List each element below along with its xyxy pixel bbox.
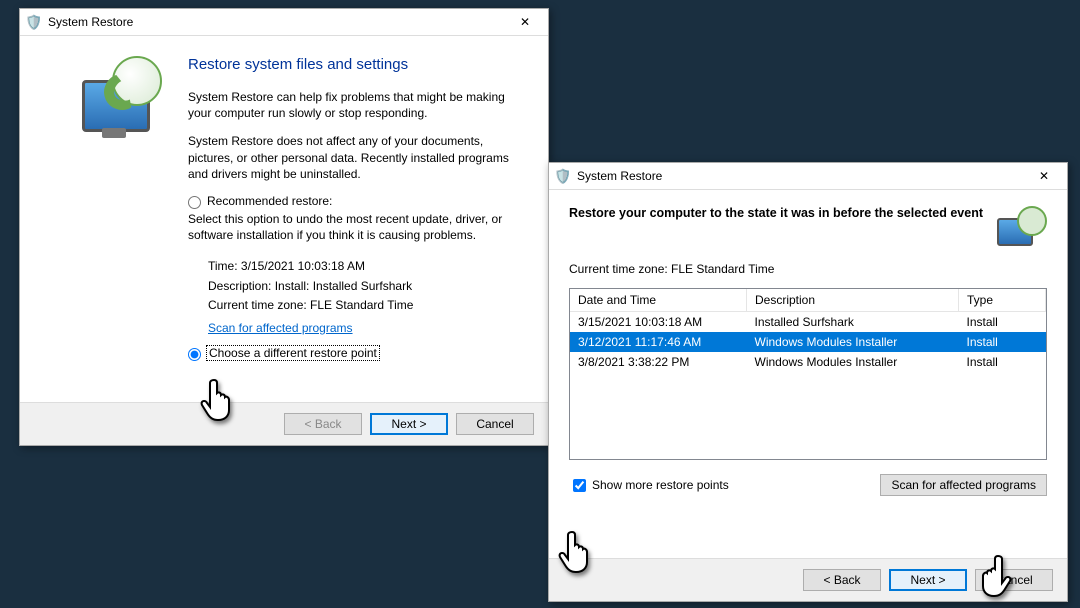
recommended-restore-label: Recommended restore: (207, 194, 332, 208)
cell-desc: Windows Modules Installer (747, 332, 959, 352)
system-restore-dialog-1: 🛡️ System Restore ✕ Restore system files… (19, 8, 549, 446)
button-row: < Back Next > Cancel (20, 402, 548, 445)
next-button[interactable]: Next > (889, 569, 967, 591)
table-row[interactable]: 3/8/2021 3:38:22 PMWindows Modules Insta… (570, 352, 1046, 372)
show-more-restore-points-checkbox[interactable] (573, 479, 586, 492)
col-description[interactable]: Description (747, 289, 959, 312)
system-restore-icon: 🛡️ (555, 168, 571, 184)
cell-date: 3/15/2021 10:03:18 AM (570, 312, 747, 333)
cell-date: 3/8/2021 3:38:22 PM (570, 352, 747, 372)
restore-graphic (48, 56, 188, 388)
page-heading: Restore system files and settings (188, 56, 520, 73)
cancel-button[interactable]: Cancel (456, 413, 534, 435)
button-row: < Back Next > Cancel (549, 558, 1067, 601)
choose-different-restore-label: Choose a different restore point (207, 346, 379, 360)
cell-type: Install (959, 352, 1046, 372)
table-row[interactable]: 3/12/2021 11:17:46 AMWindows Modules Ins… (570, 332, 1046, 352)
cell-desc: Installed Surfshark (747, 312, 959, 333)
dialog-body: Restore system files and settings System… (20, 36, 548, 402)
back-button[interactable]: < Back (803, 569, 881, 591)
table-row[interactable]: 3/15/2021 10:03:18 AMInstalled Surfshark… (570, 312, 1046, 333)
scan-affected-programs-link[interactable]: Scan for affected programs (208, 319, 353, 338)
show-more-restore-points-label: Show more restore points (592, 478, 729, 492)
choose-different-restore-radio[interactable] (188, 348, 201, 361)
table-header-row[interactable]: Date and Time Description Type (570, 289, 1046, 312)
restore-graphic (993, 206, 1047, 250)
cancel-button[interactable]: Cancel (975, 569, 1053, 591)
choose-different-restore-option[interactable]: Choose a different restore point (188, 346, 520, 361)
page-heading: Restore your computer to the state it wa… (569, 206, 983, 220)
dialog-header: Restore your computer to the state it wa… (549, 190, 1067, 256)
restore-points-table[interactable]: Date and Time Description Type 3/15/2021… (569, 288, 1047, 460)
cell-date: 3/12/2021 11:17:46 AM (570, 332, 747, 352)
system-restore-dialog-2: 🛡️ System Restore ✕ Restore your compute… (548, 162, 1068, 602)
close-button[interactable]: ✕ (508, 12, 542, 32)
scan-affected-programs-button[interactable]: Scan for affected programs (880, 474, 1047, 496)
restore-description-value: Description: Install: Installed Surfshar… (208, 277, 520, 296)
restore-timezone-value: Current time zone: FLE Standard Time (208, 296, 520, 315)
restore-time-value: Time: 3/15/2021 10:03:18 AM (208, 257, 520, 276)
back-button: < Back (284, 413, 362, 435)
title-bar[interactable]: 🛡️ System Restore ✕ (20, 9, 548, 36)
col-type[interactable]: Type (959, 289, 1046, 312)
col-date[interactable]: Date and Time (570, 289, 747, 312)
window-title: System Restore (577, 169, 1027, 183)
current-timezone: Current time zone: FLE Standard Time (549, 256, 1067, 282)
title-bar[interactable]: 🛡️ System Restore ✕ (549, 163, 1067, 190)
next-button[interactable]: Next > (370, 413, 448, 435)
cell-type: Install (959, 312, 1046, 333)
recommended-restore-desc: Select this option to undo the most rece… (188, 211, 520, 243)
cell-desc: Windows Modules Installer (747, 352, 959, 372)
intro-paragraph-1: System Restore can help fix problems tha… (188, 89, 520, 121)
recommended-restore-option[interactable]: Recommended restore: (188, 194, 520, 209)
window-title: System Restore (48, 15, 508, 29)
system-restore-icon: 🛡️ (26, 14, 42, 30)
close-button[interactable]: ✕ (1027, 166, 1061, 186)
intro-paragraph-2: System Restore does not affect any of yo… (188, 133, 520, 182)
recommended-restore-radio[interactable] (188, 196, 201, 209)
cell-type: Install (959, 332, 1046, 352)
